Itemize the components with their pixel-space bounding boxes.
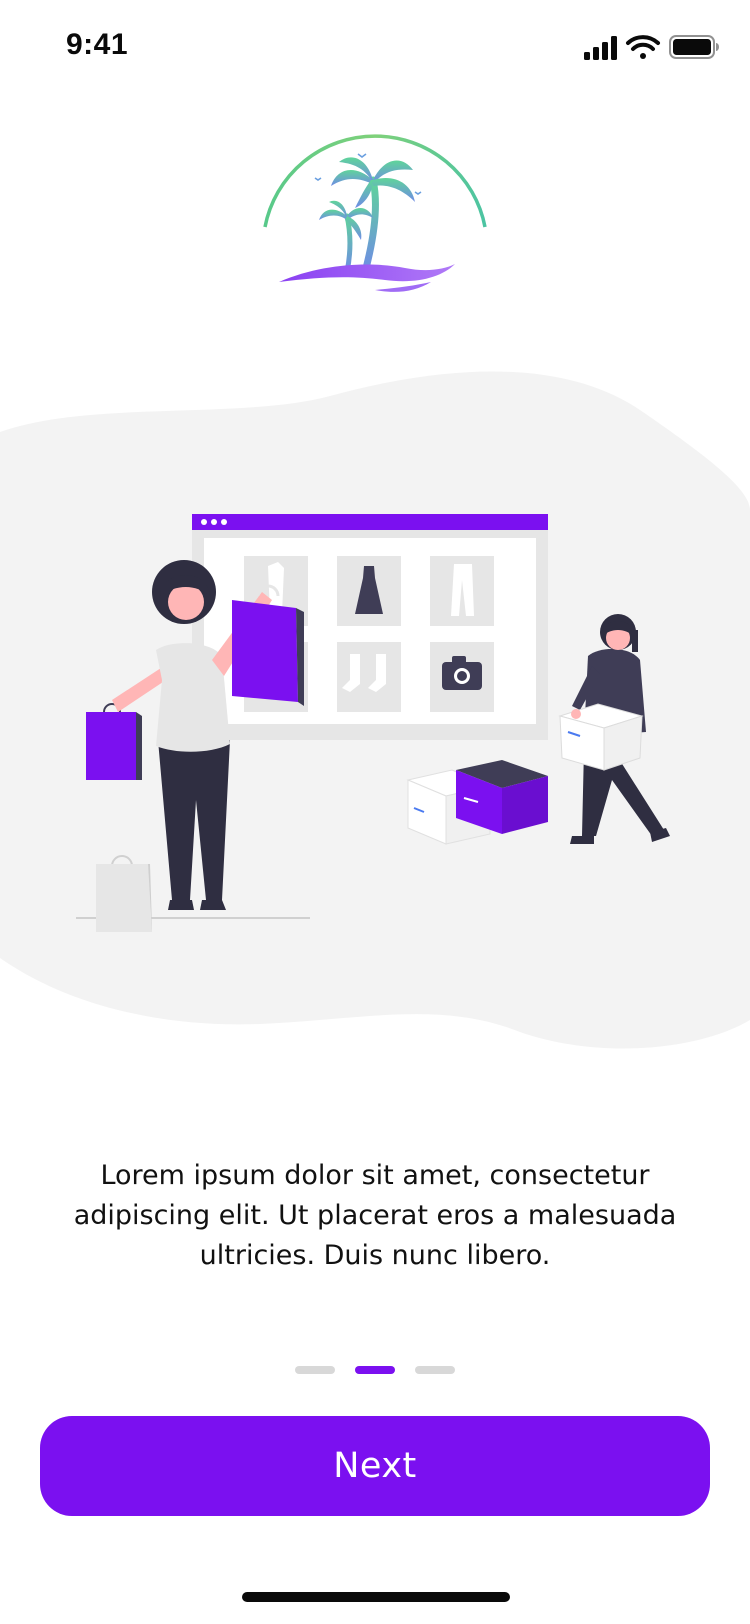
page-dot-1[interactable]: [295, 1366, 335, 1374]
cellular-signal-icon: [584, 36, 617, 60]
wifi-icon: [626, 35, 660, 59]
home-indicator[interactable]: [242, 1592, 510, 1602]
page-dot-2-active[interactable]: [355, 1366, 395, 1374]
next-button[interactable]: Next: [40, 1416, 710, 1516]
status-time: 9:41: [66, 28, 129, 61]
page-dot-3[interactable]: [415, 1366, 455, 1374]
status-bar: 9:41: [0, 0, 750, 94]
online-shopping-illustration: [0, 371, 750, 1049]
status-icons: [584, 35, 719, 60]
battery-icon: [669, 35, 719, 59]
page-indicator: [0, 1366, 750, 1378]
palm-tree-island-logo-icon: [263, 134, 487, 292]
onboarding-description: Lorem ipsum dolor sit amet, consectetur …: [73, 1160, 677, 1271]
gray-shopping-bag: [96, 855, 152, 932]
